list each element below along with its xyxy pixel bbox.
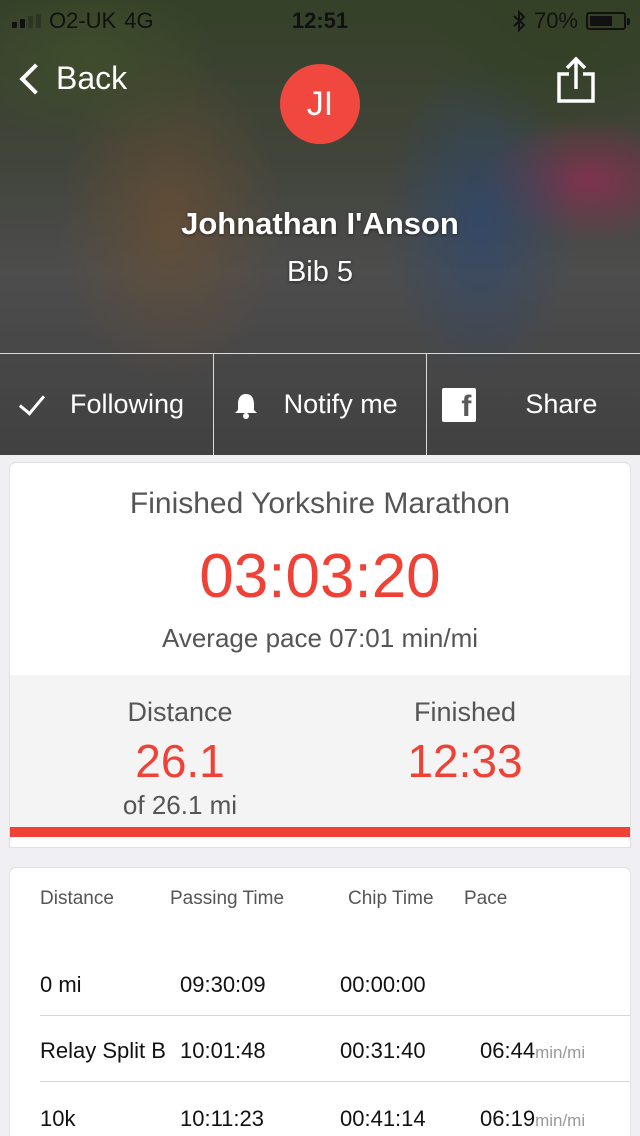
avatar: JI (280, 64, 360, 144)
finished-value: 12:33 (407, 735, 523, 787)
chevron-left-icon (19, 62, 51, 95)
progress-bar (10, 827, 630, 837)
battery-percent: 70% (533, 8, 578, 33)
progress-fill (10, 827, 630, 837)
divider (40, 1081, 630, 1082)
split-pace: 06:19min/mi (480, 1106, 586, 1131)
split-passing-time: 10:11:23 (180, 1106, 265, 1131)
header-pace: Pace (464, 888, 508, 909)
notify-button[interactable]: Notify me (214, 354, 428, 455)
finish-time: 03:03:20 (199, 542, 441, 611)
distance-stat: Distance 26.1 of 26.1 mi (25, 697, 335, 821)
header-chip-time: Chip Time (348, 888, 434, 909)
bluetooth-icon (513, 10, 526, 32)
split-distance: 10k (40, 1106, 76, 1131)
bell-icon (222, 391, 270, 419)
table-row[interactable]: Relay Split B 10:01:48 00:31:40 06:44min… (10, 1016, 630, 1082)
facebook-icon: f (435, 387, 483, 422)
action-bar: Following Notify me f Share (0, 353, 640, 455)
distance-total: of 26.1 mi (122, 790, 238, 820)
split-passing-time: 09:30:09 (180, 972, 266, 997)
split-chip-time: 00:41:14 (340, 1106, 426, 1131)
notify-label: Notify me (283, 389, 398, 419)
back-button[interactable]: Back (16, 60, 127, 97)
share-button[interactable]: f Share (427, 354, 640, 455)
distance-label: Distance (127, 697, 233, 727)
result-title: Finished Yorkshire Marathon (129, 487, 511, 520)
table-row[interactable]: 10k 10:11:23 00:41:14 06:19min/mi (10, 1084, 630, 1136)
following-button[interactable]: Following (0, 354, 214, 455)
share-icon[interactable] (556, 56, 596, 104)
table-row[interactable]: 0 mi 09:30:09 00:00:00 (10, 950, 630, 1016)
split-chip-time: 00:31:40 (340, 1038, 426, 1063)
following-label: Following (70, 389, 185, 419)
split-distance: Relay Split B (40, 1038, 166, 1063)
split-pace: 06:44min/mi (480, 1038, 586, 1063)
splits-header: Distance Passing Time Chip Time Pace (10, 888, 630, 918)
finished-label: Finished (413, 697, 517, 727)
status-bar: O2-UK 4G 12:51 70% (0, 0, 640, 40)
average-pace: Average pace 07:01 min/mi (161, 623, 479, 653)
split-passing-time: 10:01:48 (180, 1038, 266, 1063)
split-distance: 0 mi (40, 972, 82, 997)
result-card: Finished Yorkshire Marathon 03:03:20 Ave… (10, 463, 630, 847)
distance-value: 26.1 (135, 735, 225, 787)
battery-level (590, 16, 613, 26)
finished-stat: Finished 12:33 (310, 697, 620, 788)
battery-icon (586, 12, 630, 30)
back-label: Back (56, 60, 128, 96)
runner-name: Johnathan I'Anson (181, 206, 459, 241)
status-right: 70% (512, 8, 630, 34)
result-stats: Distance 26.1 of 26.1 mi Finished 12:33 (10, 675, 630, 837)
share-label: Share (525, 389, 598, 419)
hero-photo: O2-UK 4G 12:51 70% Back JI Johnathan I'A… (0, 0, 640, 455)
checkmark-icon (8, 387, 56, 416)
split-chip-time: 00:00:00 (340, 972, 426, 997)
runner-bib: Bib 5 (286, 256, 354, 288)
splits-table: Distance Passing Time Chip Time Pace 0 m… (10, 868, 630, 1136)
header-distance: Distance (40, 888, 114, 909)
header-passing-time: Passing Time (170, 888, 285, 909)
